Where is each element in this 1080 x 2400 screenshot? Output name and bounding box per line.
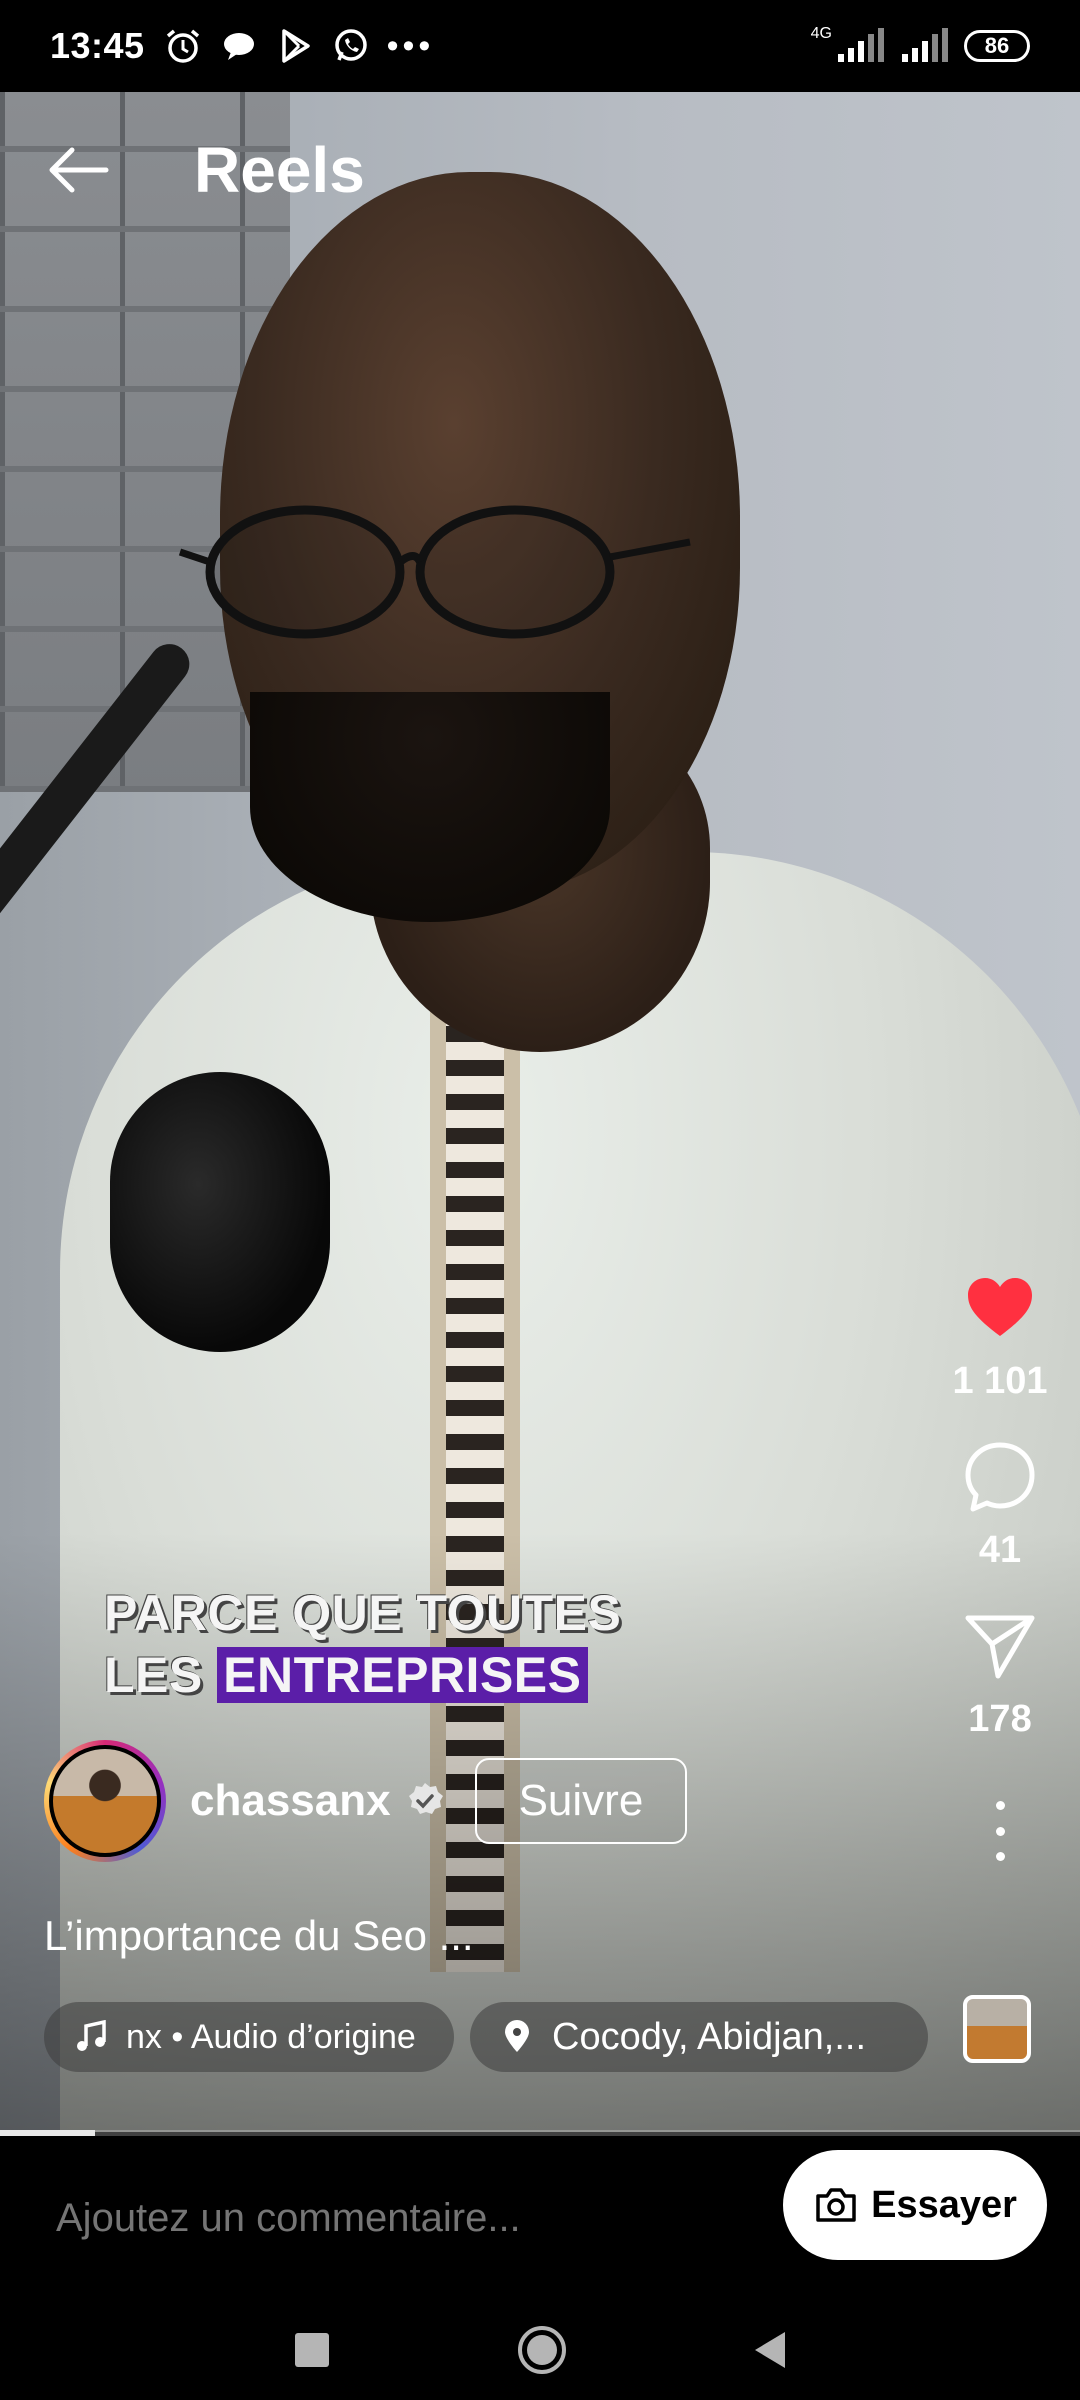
dot-icon [995,1801,1005,1810]
back-nav-button[interactable] [755,2332,786,2368]
status-bar: 13:45 ••• 4G 86 [0,0,1080,92]
camera-icon [816,2188,856,2222]
comment-input[interactable] [56,2196,736,2241]
verified-badge-icon [408,1783,443,1814]
heart-filled-icon [968,1278,1032,1336]
location-label: Cocody, Abidjan,... [552,2015,867,2058]
system-nav-bar [0,2300,1080,2400]
reel-description[interactable]: L’importance du Seo ... [44,1912,474,1960]
caption-highlight: ENTREPRISES [217,1647,588,1703]
microphone [110,1072,330,1352]
comment-bubble-icon [965,1442,1035,1512]
share-count: 178 [968,1698,1032,1740]
network-type: 4G [810,25,832,42]
avatar[interactable] [44,1740,166,1862]
caption-line-2: LES ENTREPRISES [104,1644,621,1706]
comment-button[interactable]: 41 [962,1439,1038,1572]
reels-header: Reels [0,120,1080,220]
more-options-button[interactable] [980,1801,1020,1861]
notification-icons [163,26,371,66]
arrow-left-icon [49,147,109,193]
dot-icon [995,1852,1005,1861]
status-right: 4G 86 [810,25,1030,64]
caption-line-1: PARCE QUE TOUTES [104,1585,622,1641]
chat-bubble-icon [223,33,254,60]
reel-actions: 1 101 41 178 [940,1270,1060,1861]
try-button[interactable]: Essayer [783,2150,1047,2260]
back-button[interactable] [44,136,112,204]
comment-count: 41 [978,1529,1022,1571]
home-button[interactable] [517,2326,566,2374]
reel-meta-chips: nx • Audio d’origine Cocody, Abidjan,... [44,2002,928,2072]
share-button[interactable]: 178 [962,1608,1038,1741]
signal-icon-2 [902,28,948,62]
whatsapp-icon [334,29,367,61]
like-count: 1 101 [952,1360,1048,1402]
try-label: Essayer [871,2183,1017,2226]
location-chip[interactable]: Cocody, Abidjan,... [470,2002,928,2072]
person-glasses [178,505,691,639]
paper-plane-icon [965,1615,1035,1679]
status-time: 13:45 [50,25,145,66]
video-caption: PARCE QUE TOUTES LES ENTREPRISES [104,1582,621,1706]
audio-chip[interactable]: nx • Audio d’origine [44,2002,454,2072]
dot-icon [995,1826,1005,1836]
caption-line-2-prefix: LES [104,1647,218,1703]
play-store-icon [281,29,310,63]
person-beard [250,692,610,922]
comment-bar: Essayer [0,2136,1080,2300]
username[interactable]: chassanx [190,1776,391,1826]
audio-thumbnail[interactable] [963,1995,1031,2063]
battery-indicator: 86 [964,30,1030,62]
avatar-image [49,1745,161,1857]
music-note-icon [77,2020,106,2051]
page-title: Reels [194,134,365,206]
more-notifications-icon: ••• [386,26,435,65]
follow-button[interactable]: Suivre [474,1758,688,1844]
home-icon [526,2335,557,2365]
audio-label: nx • Audio d’origine [126,2017,416,2056]
alarm-icon [166,29,199,63]
author-row: chassanx Suivre [44,1740,688,1862]
signal-icon [838,28,884,62]
location-pin-icon [505,2020,529,2052]
like-button[interactable]: 1 101 [952,1270,1048,1403]
recents-button[interactable] [294,2333,329,2367]
